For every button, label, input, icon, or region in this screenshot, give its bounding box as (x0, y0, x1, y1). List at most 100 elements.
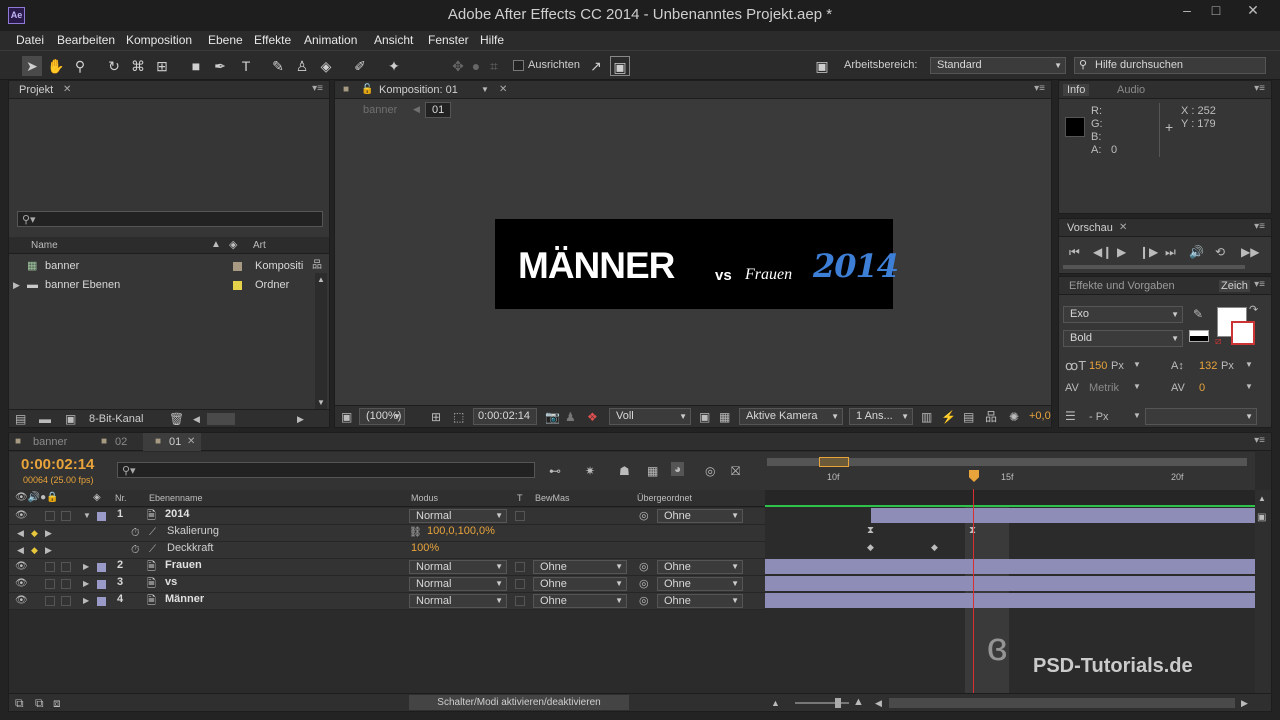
region-of-interest-icon[interactable]: ▣ (699, 410, 710, 424)
project-tab[interactable]: Projekt (19, 84, 53, 96)
panel-menu-icon[interactable]: ▾≡ (1254, 221, 1265, 232)
snapshot-camera-icon[interactable]: 📷 (545, 410, 560, 424)
exposure-value[interactable]: +0,0 (1029, 410, 1051, 422)
solo-toggle[interactable] (45, 579, 55, 589)
show-snapshot-icon[interactable]: ♟ (565, 410, 576, 424)
stroke-width-value[interactable]: - Px (1089, 411, 1109, 423)
layer-row[interactable]: 👁 ▼ 1 🗎 2014 Normal ▼ ◎ Ohne ▼ (9, 508, 765, 525)
magnification-dropdown[interactable]: (100%) ▼ (359, 408, 405, 425)
views-dropdown[interactable]: 1 Ans... ▼ (849, 408, 913, 425)
current-timecode[interactable]: 0:00:02:14 (21, 456, 94, 473)
stopwatch-icon[interactable]: ⏱ (131, 526, 140, 540)
project-item[interactable]: ▶ ▬ banner Ebenen Ordner (9, 277, 319, 294)
clone-stamp-tool-icon[interactable]: ♙ (292, 56, 312, 76)
comp-button-icon[interactable]: ▣ (1257, 512, 1266, 523)
graph-editor-icon[interactable]: ◎ (705, 464, 715, 478)
menu-ansicht[interactable]: Ansicht (374, 33, 413, 47)
brainstorm-icon[interactable]: ⛝ (731, 464, 740, 478)
eye-icon[interactable]: 👁 (15, 509, 28, 523)
text-tool-icon[interactable]: T (236, 56, 256, 76)
lock-toggle[interactable] (61, 511, 71, 521)
composition-viewer[interactable]: MÄNNER vs Frauen 2014 (495, 219, 899, 309)
preserve-transparency-header[interactable]: T (517, 493, 523, 503)
eye-icon[interactable]: 👁 (15, 560, 28, 574)
zoom-in-icon[interactable]: ▲ (853, 695, 864, 709)
breadcrumb-parent[interactable]: banner (363, 104, 397, 116)
workspace-dropdown[interactable]: Standard ▼ (930, 57, 1066, 74)
new-composition-icon[interactable]: ▣ (65, 412, 76, 426)
breadcrumb-current[interactable]: 01 (425, 102, 452, 118)
expand-arrow-icon[interactable]: ▶ (83, 577, 89, 591)
selection-tool-icon[interactable]: ➤ (22, 56, 42, 76)
toggle-switches-modes-button[interactable]: Schalter/Modi aktivieren/deaktivieren (409, 695, 629, 710)
project-scrollbar[interactable]: ▲ ▼ (315, 273, 327, 409)
lock-toggle[interactable] (61, 596, 71, 606)
lock-toggle[interactable] (61, 562, 71, 572)
snap-expand-icon[interactable]: ↗ (586, 56, 606, 76)
expand-arrow-icon[interactable]: ▶ (83, 560, 89, 574)
composition-mini-flowchart-icon[interactable]: ⊷ (549, 464, 561, 478)
loop-icon[interactable]: ⟲ (1215, 245, 1225, 259)
blend-mode-dropdown[interactable]: Normal ▼ (409, 509, 507, 523)
project-item[interactable]: ▦ banner Kompositi 品 (9, 258, 322, 275)
draft-3d-icon[interactable]: ✷ (585, 464, 595, 478)
pan-behind-tool-icon[interactable]: ⊞ (152, 56, 172, 76)
camera-tool-icon[interactable]: ⌘ (128, 56, 148, 76)
shy-layers-icon[interactable]: ☗ (619, 464, 630, 478)
snap-feature-icon[interactable]: ▣ (610, 56, 630, 76)
layer-name[interactable]: Männer (165, 593, 204, 605)
modes-pane-icon[interactable]: ⧉ (35, 696, 44, 710)
audio-tab[interactable]: Audio (1117, 84, 1145, 96)
scroll-thumb[interactable] (207, 413, 235, 425)
blend-mode-dropdown[interactable]: Normal ▼ (409, 560, 507, 574)
layer-bar-vs[interactable] (765, 576, 1255, 591)
snap-checkbox[interactable] (513, 60, 524, 71)
scroll-right-icon[interactable]: ▶ (297, 412, 304, 426)
constrain-proportions-icon[interactable]: ⛓ (409, 526, 422, 540)
project-search-input[interactable]: ⚲▾ (17, 211, 323, 227)
maximize-button[interactable]: □ (1201, 2, 1231, 18)
eye-icon[interactable]: 👁 (15, 594, 28, 608)
eyedropper-icon[interactable]: ✎ (1193, 307, 1203, 321)
timeline-vertical-scrollbar[interactable]: ▲ ▣ (1255, 490, 1271, 695)
panel-menu-icon[interactable]: ▾≡ (1254, 83, 1265, 94)
blend-mode-dropdown[interactable]: Normal ▼ (409, 594, 507, 608)
pick-whip-icon[interactable]: ◎ (639, 509, 649, 523)
grid-guides-icon[interactable]: ⊞ (431, 410, 441, 424)
roto-brush-tool-icon[interactable]: ✐ (350, 56, 370, 76)
add-keyframe-icon[interactable]: ◆ (31, 526, 38, 540)
chevron-down-icon[interactable]: ▼ (1133, 360, 1141, 369)
layer-name[interactable]: 2014 (165, 508, 189, 520)
layer-row[interactable]: 👁 ▶ 3 🗎 vs Normal ▼ Ohne ▼ ◎ Ohne ▼ (9, 576, 765, 593)
interpret-footage-icon[interactable]: ▤ (15, 412, 26, 426)
chevron-down-icon[interactable]: ▼ (1245, 360, 1253, 369)
preserve-transparency-checkbox[interactable] (515, 579, 525, 589)
no-fill-icon[interactable]: ⧄ (1215, 335, 1221, 349)
work-area[interactable] (765, 490, 1255, 507)
font-family-dropdown[interactable]: Exo ▼ (1063, 306, 1183, 323)
black-white-swatch[interactable] (1189, 330, 1209, 342)
scroll-up-icon[interactable]: ▲ (317, 275, 325, 284)
layer-row[interactable]: 👁 ▶ 4 🗎 Männer Normal ▼ Ohne ▼ ◎ Ohne ▼ (9, 593, 765, 610)
menu-effekte[interactable]: Effekte (254, 33, 291, 47)
lock-toggle[interactable] (61, 579, 71, 589)
pick-whip-icon[interactable]: ◎ (639, 560, 649, 574)
label-color-swatch[interactable] (97, 597, 106, 606)
kerning-value[interactable]: Metrik (1089, 382, 1119, 394)
layer-name[interactable]: Frauen (165, 559, 202, 571)
solo-toggle[interactable] (45, 596, 55, 606)
stroke-order-dropdown[interactable]: ▼ (1145, 408, 1257, 425)
menu-animation[interactable]: Animation (304, 33, 357, 47)
solo-toggle[interactable] (45, 511, 55, 521)
help-search-input[interactable]: ⚲ Hilfe durchsuchen (1074, 57, 1266, 74)
expand-arrow-icon[interactable]: ▼ (83, 509, 91, 523)
menu-hilfe[interactable]: Hilfe (480, 33, 504, 47)
timeline-tab-02[interactable]: 02 (115, 436, 127, 448)
scroll-left-icon[interactable]: ◀ (875, 696, 882, 710)
chevron-down-icon[interactable]: ▼ (481, 83, 489, 97)
close-icon[interactable]: ✕ (1119, 222, 1127, 233)
scroll-left-icon[interactable]: ◀ (193, 412, 200, 426)
exposure-icon[interactable]: ✺ (1009, 410, 1019, 424)
puppet-tool-icon[interactable]: ✦ (384, 56, 404, 76)
navigator-range[interactable] (819, 457, 849, 467)
